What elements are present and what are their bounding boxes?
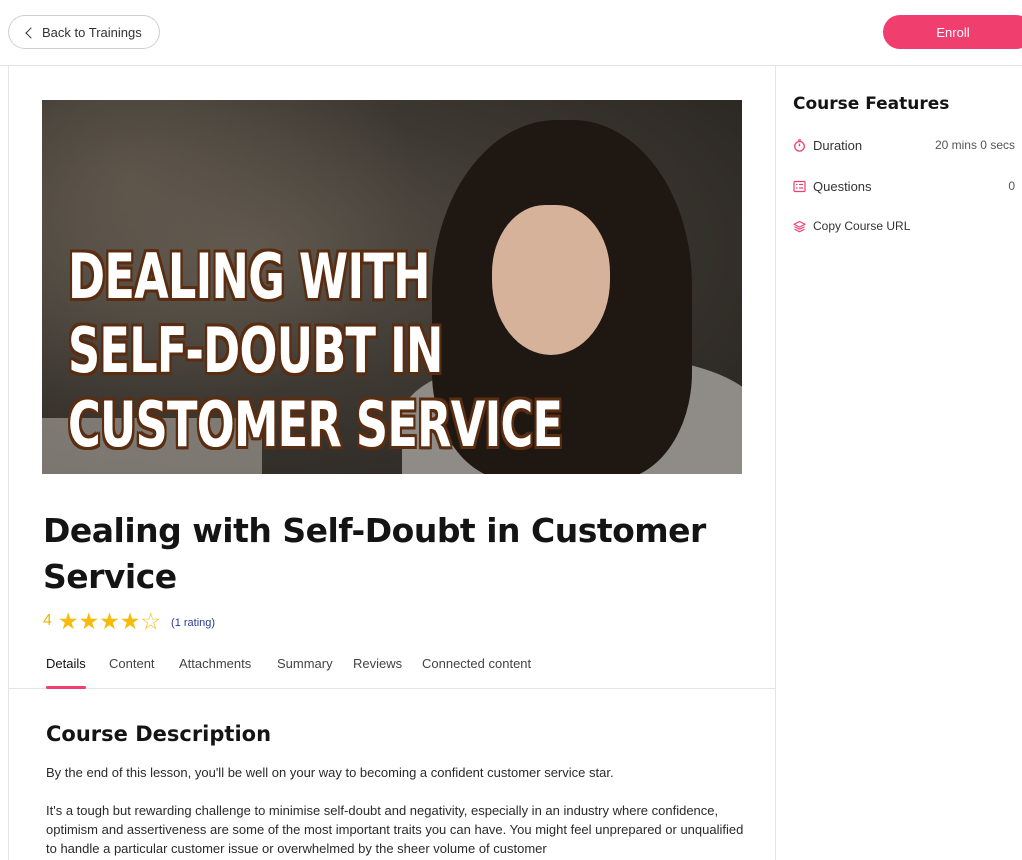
tab-connected-content[interactable]: Connected content bbox=[422, 656, 531, 688]
star-icon: ☆ bbox=[140, 608, 162, 634]
list-icon bbox=[793, 180, 806, 193]
feature-duration: Duration 20 mins 0 secs bbox=[793, 135, 1015, 155]
tab-attachments[interactable]: Attachments bbox=[179, 656, 251, 688]
course-features-title: Course Features bbox=[793, 94, 950, 114]
course-features-panel: Course Features Duration 20 mins 0 secs … bbox=[776, 66, 1022, 860]
star-icon: ★ bbox=[78, 608, 100, 634]
course-tabs: Details Content Attachments Summary Revi… bbox=[9, 648, 775, 689]
tab-summary[interactable]: Summary bbox=[277, 656, 333, 688]
course-description-title: Course Description bbox=[46, 722, 272, 746]
rating-value: 4 bbox=[43, 612, 52, 629]
duration-value: 20 mins 0 secs bbox=[934, 138, 1015, 152]
copy-url-label: Copy Course URL bbox=[813, 219, 911, 233]
description-paragraph: By the end of this lesson, you'll be wel… bbox=[46, 765, 614, 780]
star-icon: ★ bbox=[99, 608, 120, 634]
course-title: Dealing with Self-Doubt in Customer Serv… bbox=[43, 511, 706, 596]
back-button-label: Back to Trainings bbox=[42, 24, 142, 40]
layers-icon bbox=[793, 220, 806, 233]
copy-course-url-link[interactable]: Copy Course URL bbox=[793, 216, 1015, 236]
enroll-button[interactable]: Enroll bbox=[883, 15, 1022, 49]
course-hero-image: DEALING WITH SELF-DOUBT IN CUSTOMER SERV… bbox=[42, 100, 742, 474]
chevron-left-icon bbox=[25, 26, 37, 39]
description-paragraph: It's a tough but rewarding challenge to … bbox=[46, 803, 744, 856]
tab-details[interactable]: Details bbox=[46, 656, 86, 689]
questions-value: 0 bbox=[1008, 179, 1015, 193]
tab-reviews[interactable]: Reviews bbox=[353, 656, 402, 688]
questions-label: Questions bbox=[813, 178, 872, 194]
star-icon: ★ bbox=[119, 608, 141, 634]
tab-content[interactable]: Content bbox=[109, 656, 155, 688]
duration-label: Duration bbox=[813, 137, 863, 153]
feature-questions: Questions 0 bbox=[793, 176, 1015, 196]
course-main-panel: DEALING WITH SELF-DOUBT IN CUSTOMER SERV… bbox=[8, 66, 776, 860]
course-rating: 4 ★ ★ ★ ★ ☆ (1 rating) bbox=[43, 609, 215, 633]
star-icon: ★ bbox=[57, 608, 79, 634]
hero-title-text: DEALING WITH SELF-DOUBT IN CUSTOMER SERV… bbox=[68, 240, 563, 461]
stopwatch-icon bbox=[793, 138, 806, 152]
rating-count[interactable]: (1 rating) bbox=[171, 617, 215, 629]
back-to-trainings-button[interactable]: Back to Trainings bbox=[8, 15, 160, 49]
rating-stars: ★ ★ ★ ★ ☆ bbox=[58, 609, 161, 633]
top-bar: Back to Trainings Enroll bbox=[0, 0, 1022, 66]
